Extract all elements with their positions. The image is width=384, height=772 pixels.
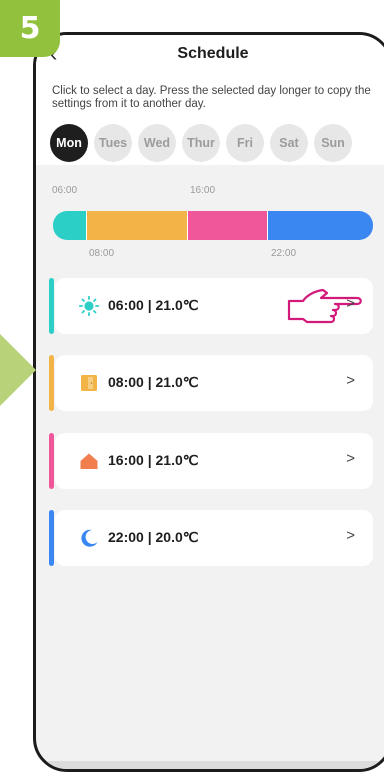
chevron-right-icon: > (346, 295, 355, 312)
day-thur[interactable]: Thur (182, 124, 220, 162)
chevron-right-icon: > (346, 450, 355, 467)
schedule-item-color-bar (49, 355, 54, 411)
schedule-item-label: 06:00 | 21.0℃ (108, 297, 199, 313)
schedule-item-label: 16:00 | 21.0℃ (108, 452, 199, 468)
day-wed[interactable]: Wed (138, 124, 176, 162)
day-fri[interactable]: Fri (226, 124, 264, 162)
timeline-bar (53, 211, 373, 240)
timeline-segment-evening (186, 211, 267, 240)
step-number-badge: 5 (0, 0, 60, 57)
timeline-segment-night (266, 211, 373, 240)
instruction-text: Click to select a day. Press the selecte… (52, 85, 371, 110)
schedule-item-label: 22:00 | 20.0℃ (108, 529, 199, 545)
timeline-segment-morning (53, 211, 86, 240)
schedule-item-color-bar (49, 510, 54, 566)
header: ‹ Schedule Click to select a day. Press … (36, 35, 384, 165)
side-arrow-icon (0, 330, 36, 410)
bottom-bar (36, 761, 384, 769)
timeline-label-0800: 08:00 (89, 248, 115, 259)
schedule-item[interactable]: 16:00 | 21.0℃ > (49, 433, 373, 489)
sun-icon (79, 296, 99, 316)
day-sat[interactable]: Sat (270, 124, 308, 162)
timeline-label-0600: 06:00 (52, 185, 78, 196)
moon-icon (81, 529, 98, 547)
schedule-item-color-bar (49, 278, 54, 334)
page-title: Schedule (177, 45, 249, 62)
schedule-item[interactable]: 08:00 | 21.0℃ > (49, 355, 373, 411)
chevron-right-icon: > (346, 527, 355, 544)
schedule-item-label: 08:00 | 21.0℃ (108, 374, 199, 390)
timeline-label-1600: 16:00 (190, 185, 216, 196)
schedule-item[interactable]: 06:00 | 21.0℃ > (49, 278, 373, 334)
phone-frame: ‹ Schedule Click to select a day. Press … (33, 32, 384, 772)
day-selector: Mon Tues Wed Thur Fri Sat Sun (50, 124, 352, 162)
door-icon (81, 375, 97, 391)
home-icon (80, 453, 98, 469)
timeline-label-2200: 22:00 (271, 248, 297, 259)
day-mon[interactable]: Mon (50, 124, 88, 162)
day-sun[interactable]: Sun (314, 124, 352, 162)
timeline-segment-day (85, 211, 187, 240)
schedule-item[interactable]: 22:00 | 20.0℃ > (49, 510, 373, 566)
schedule-item-color-bar (49, 433, 54, 489)
day-tues[interactable]: Tues (94, 124, 132, 162)
chevron-right-icon: > (346, 372, 355, 389)
